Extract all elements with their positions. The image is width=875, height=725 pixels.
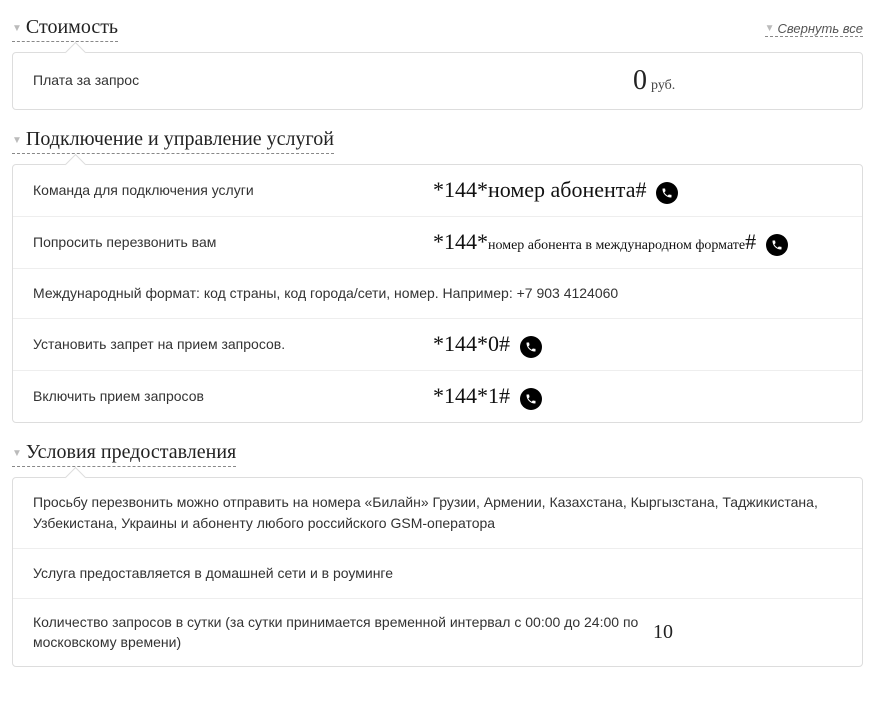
phone-icon[interactable] xyxy=(520,388,542,410)
row-unblock: Включить прием запросов *144*1# xyxy=(13,370,862,422)
collapse-all-link[interactable]: ▼ Свернуть все xyxy=(765,21,863,37)
ussd-var: номер абонента в международном формате xyxy=(488,238,745,253)
chevron-down-icon: ▼ xyxy=(765,23,775,34)
phone-icon[interactable] xyxy=(656,182,678,204)
row-limit: Количество запросов в сутки (за сутки пр… xyxy=(13,598,862,666)
row-roaming: Услуга предоставляется в домашней сети и… xyxy=(13,548,862,598)
unblock-code: *144*1# xyxy=(433,385,510,407)
panel-cost: Плата за запрос 0 руб. xyxy=(12,52,863,110)
section-title-text: Подключение и управление услугой xyxy=(26,128,334,151)
callback-code: *144*номер абонента в международном форм… xyxy=(433,231,756,253)
panel-terms: Просьбу перезвонить можно отправить на н… xyxy=(12,477,863,667)
fee-label: Плата за запрос xyxy=(33,71,433,91)
phone-icon[interactable] xyxy=(520,336,542,358)
row-block: Установить запрет на прием запросов. *14… xyxy=(13,318,862,370)
fee-value: 0 xyxy=(633,67,647,95)
row-intl-format: Международный формат: код страны, код го… xyxy=(13,268,862,318)
row-countries: Просьбу перезвонить можно отправить на н… xyxy=(13,478,862,548)
phone-icon[interactable] xyxy=(766,234,788,256)
chevron-down-icon: ▼ xyxy=(12,448,22,459)
ussd-prefix: *144* xyxy=(433,177,488,202)
chevron-down-icon: ▼ xyxy=(12,23,22,34)
limit-label: Количество запросов в сутки (за сутки пр… xyxy=(33,613,653,652)
unblock-label: Включить прием запросов xyxy=(33,387,433,407)
row-fee: Плата за запрос 0 руб. xyxy=(13,53,862,109)
fee-unit: руб. xyxy=(651,78,675,94)
ussd-prefix: *144* xyxy=(433,229,488,254)
section-title-text: Условия предоставления xyxy=(26,441,236,464)
panel-connect: Команда для подключения услуги *144*номе… xyxy=(12,164,863,423)
collapse-all-text: Свернуть все xyxy=(777,21,863,36)
block-code: *144*0# xyxy=(433,333,510,355)
cmd-code: *144*номер абонента# xyxy=(433,179,646,201)
callback-label: Попросить перезвонить вам xyxy=(33,233,433,253)
section-title-cost[interactable]: ▼ Стоимость xyxy=(12,16,118,42)
cmd-label: Команда для подключения услуги xyxy=(33,181,433,201)
ussd-suffix: # xyxy=(745,229,756,254)
section-title-terms[interactable]: ▼ Условия предоставления xyxy=(12,441,236,467)
block-label: Установить запрет на прием запросов. xyxy=(33,335,433,355)
section-title-text: Стоимость xyxy=(26,16,118,39)
row-cmd: Команда для подключения услуги *144*номе… xyxy=(13,165,862,216)
section-title-connect[interactable]: ▼ Подключение и управление услугой xyxy=(12,128,334,154)
ussd-suffix: # xyxy=(635,177,646,202)
limit-value: 10 xyxy=(653,621,842,644)
ussd-var: номер абонента xyxy=(488,177,635,202)
chevron-down-icon: ▼ xyxy=(12,135,22,146)
row-callback: Попросить перезвонить вам *144*номер або… xyxy=(13,216,862,268)
